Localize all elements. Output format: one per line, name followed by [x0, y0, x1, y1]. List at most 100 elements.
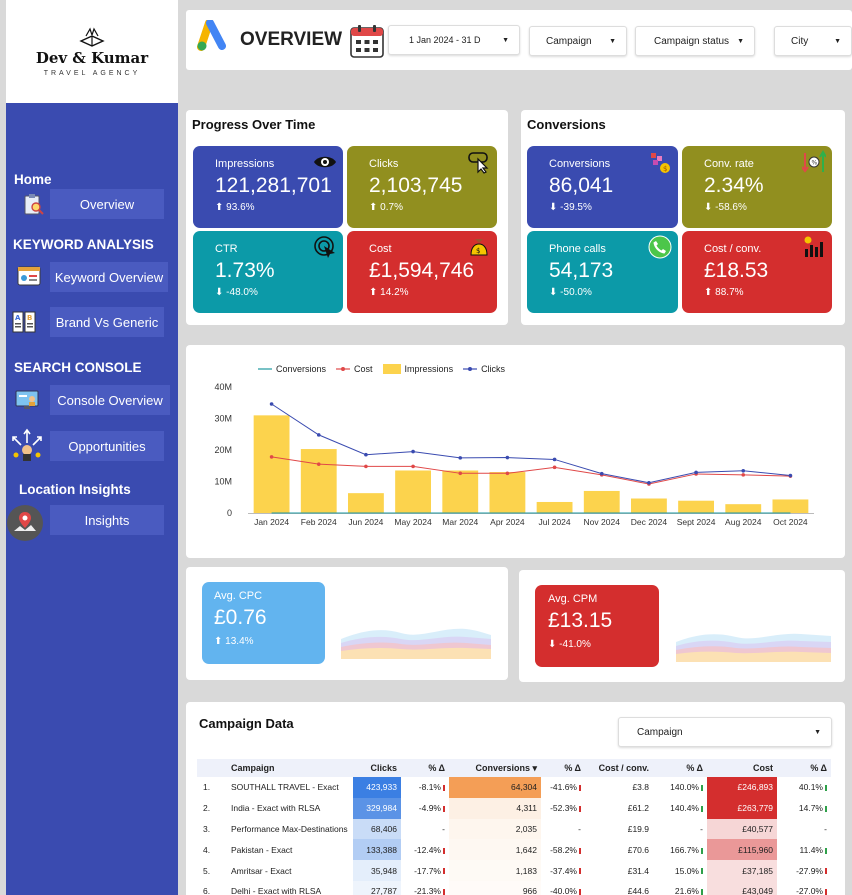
cost-per-conv-value: £31.4 — [627, 865, 649, 876]
sidebar-item-console-overview[interactable]: Console Overview — [50, 385, 170, 415]
progress-title: Progress Over Time — [192, 117, 316, 132]
campaign-data-title: Campaign Data — [199, 716, 294, 731]
cost-point — [269, 455, 274, 459]
clicks-value: 68,406 — [353, 818, 401, 840]
conversions-panel: Conversions Conversions 86,041 ⬇ -39.5% … — [521, 110, 845, 325]
keyword-card-icon — [17, 266, 41, 286]
campaign-filter[interactable]: Campaign ▼ — [529, 26, 627, 56]
kpi-phone-calls: Phone calls 54,173 ⬇ -50.0% — [527, 231, 678, 313]
chevron-down-icon: ▼ — [609, 38, 616, 45]
cost-line — [271, 456, 791, 485]
impressions-bar — [300, 449, 337, 513]
kpi-value: £18.53 — [704, 259, 769, 282]
campaign-name: Amritsar - Exact — [231, 865, 292, 876]
svg-text:%: % — [812, 160, 818, 167]
conversions-value: 64,304 — [449, 777, 541, 798]
down-indicator-icon — [443, 785, 445, 792]
impressions-bar — [489, 472, 526, 513]
x-tick-label: Aug 2024 — [725, 517, 762, 527]
impressions-bar — [536, 501, 573, 513]
table-row[interactable]: 2. India - Exact with RLSA 329,984 -4.9% 4,3… — [197, 797, 831, 819]
down-indicator-icon — [825, 889, 827, 895]
table-row[interactable]: 5. Amritsar - Exact 35,948 -17.7% 1,183 -37.4… — [197, 860, 831, 881]
campaign-filter-label: Campaign — [546, 35, 592, 47]
google-ads-logo — [197, 20, 226, 51]
clipboard-search-icon — [24, 194, 44, 215]
percent-arrows-icon: % — [802, 150, 826, 173]
clicks-point — [741, 468, 746, 473]
date-range-picker[interactable]: 1 Jan 2024 - 31 D ▼ — [388, 25, 520, 55]
trend-chart-panel: Conversions Cost Impressions Clicks 0 10M… — [186, 345, 845, 558]
city-filter-label: City — [791, 35, 809, 47]
chevron-down-icon: ▼ — [834, 38, 841, 45]
clicks-point — [647, 480, 651, 485]
row-number: 3. — [203, 823, 211, 834]
conversions-delta: -37.4% — [541, 860, 585, 881]
conversions-delta: -41.6% — [541, 777, 585, 798]
avg-cpm-panel: Avg. CPM £13.15 ⬇ -41.0% — [519, 570, 845, 682]
table-row[interactable]: 1. SOUTHALL TRAVEL - Exact 423,933 -8.1% 64,… — [197, 777, 831, 798]
cost-per-conv-delta: - — [700, 823, 703, 834]
cpc-sparkline — [341, 628, 491, 659]
cost-per-conv-delta: 166.7% — [653, 839, 707, 860]
kpi-ctr: CTR 1.73% ⬇ -48.0% — [193, 231, 343, 313]
campaign-status-filter[interactable]: Campaign status ▼ — [635, 26, 755, 56]
avg-cpc-panel: Avg. CPC £0.76 ⬆ 13.4% — [186, 567, 508, 680]
conversions-title: Conversions — [527, 117, 606, 132]
x-tick-label: Dec 2024 — [631, 517, 668, 527]
cost-value: £115,960 — [707, 839, 777, 861]
clicks-point — [364, 452, 368, 457]
book-wings-icon — [79, 27, 105, 47]
cost-per-conv-value: £19.9 — [627, 823, 649, 834]
cost-per-conv-value: £70.6 — [627, 844, 649, 855]
clicks-value: 423,933 — [353, 777, 401, 798]
up-indicator-icon — [701, 868, 703, 875]
x-tick-label: Jul 2024 — [539, 517, 571, 527]
cost-point — [411, 464, 415, 469]
kpi-value: 2.34% — [704, 174, 764, 197]
col-cost[interactable]: Cost — [707, 759, 777, 777]
kpi-clicks: Clicks 2,103,745 ⬆ 0.7% — [347, 146, 497, 228]
kpi-value: 1.73% — [215, 259, 275, 282]
kpi-conv-rate: Conv. rate 2.34% ⬇ -58.6% % — [682, 146, 832, 228]
campaign-status-filter-label: Campaign status — [654, 35, 730, 47]
kpi-label: Clicks — [369, 158, 399, 170]
down-indicator-icon — [443, 889, 445, 895]
table-row[interactable]: 3. Performance Max-Destinations 68,406-2,0… — [197, 818, 831, 840]
city-filter[interactable]: City ▼ — [774, 26, 852, 56]
col-conversions-delta[interactable]: % Δ — [541, 759, 585, 777]
section-search-console: SEARCH CONSOLE — [14, 360, 142, 375]
table-row[interactable]: 6. Delhi - Exact with RLSA 27,787 -21.3% 966… — [197, 880, 831, 895]
down-indicator-icon — [579, 868, 581, 875]
sidebar-item-opportunities[interactable]: Opportunities — [50, 431, 164, 461]
cost-per-conv-delta: 140.4% — [653, 798, 707, 819]
sidebar-item-brand-vs-generic[interactable]: Brand Vs Generic — [50, 307, 164, 337]
kpi-value: 121,281,701 — [215, 174, 332, 197]
col-clicks[interactable]: Clicks — [353, 759, 401, 777]
y-tick-label: 20M — [214, 445, 232, 455]
down-indicator-icon — [579, 889, 581, 895]
col-cost-delta[interactable]: % Δ — [777, 759, 831, 777]
campaign-table-body: 1. SOUTHALL TRAVEL - Exact 423,933 -8.1% 64,… — [197, 777, 831, 895]
down-indicator-icon — [443, 868, 445, 875]
sidebar-item-insights[interactable]: Insights — [50, 505, 164, 535]
sidebar-item-keyword-overview[interactable]: Keyword Overview — [50, 262, 168, 292]
y-tick-label: 40M — [214, 382, 232, 392]
kpi-label: Avg. CPC — [214, 590, 263, 602]
x-tick-label: Oct 2024 — [773, 517, 808, 527]
impressions-bar — [253, 415, 290, 513]
col-cost-per-conv-delta[interactable]: % Δ — [653, 759, 707, 777]
col-cost-per-conv[interactable]: Cost / conv. — [585, 759, 653, 777]
campaign-table-filter[interactable]: Campaign ▼ — [618, 717, 832, 747]
col-conversions[interactable]: Conversions ▾ — [449, 759, 541, 777]
ab-compare-icon: A B — [12, 311, 36, 333]
table-row[interactable]: 4. Pakistan - Exact 133,388 -12.4% 1,642 -58.… — [197, 839, 831, 861]
funnel-coin-icon: $ — [651, 153, 670, 173]
cost-point — [505, 471, 510, 476]
sidebar-item-overview[interactable]: Overview — [50, 189, 164, 219]
campaign-table-filter-label: Campaign — [637, 726, 683, 738]
kpi-cost: Cost £1,594,746 ⬆ 14.2% $ — [347, 231, 497, 313]
conversions-delta: - — [578, 823, 581, 834]
col-clicks-delta[interactable]: % Δ — [401, 759, 449, 777]
col-campaign[interactable]: Campaign — [227, 759, 353, 777]
